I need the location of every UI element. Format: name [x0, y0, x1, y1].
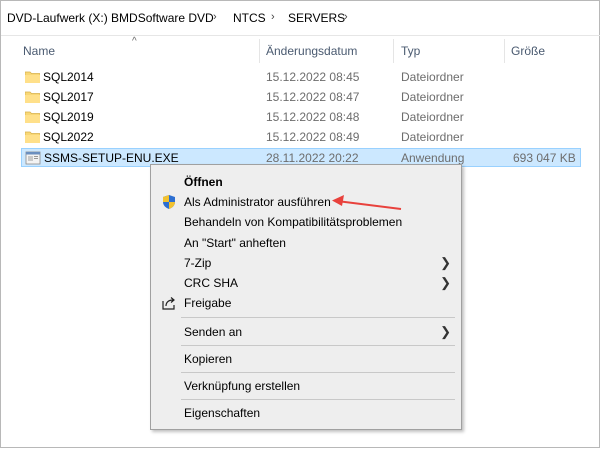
column-header-size[interactable]: Größe [511, 44, 545, 58]
file-name: SQL2019 [43, 110, 94, 124]
submenu-chevron-icon: ❯ [440, 275, 451, 290]
sort-ascending-icon: ^ [132, 36, 137, 47]
menu-separator [181, 372, 455, 373]
file-size: 693 047 KB [513, 151, 576, 165]
file-row[interactable]: SQL2017 15.12.2022 08:47 Dateiordner [21, 88, 581, 107]
column-header-type[interactable]: Typ [401, 44, 420, 58]
file-date: 28.11.2022 20:22 [266, 151, 359, 165]
installer-icon [25, 151, 41, 165]
column-header-date[interactable]: Änderungsdatum [266, 44, 357, 58]
menu-separator [181, 345, 455, 346]
explorer-window: DVD-Laufwerk (X:) BMDSoftware DVD › NTCS… [0, 0, 600, 448]
file-name: SQL2014 [43, 70, 94, 84]
breadcrumb-chevron-icon: › [213, 11, 217, 23]
file-name: SSMS-SETUP-ENU.EXE [44, 151, 179, 165]
folder-icon [25, 131, 40, 143]
file-name: SQL2022 [43, 130, 94, 144]
menu-item-compatibility[interactable]: Behandeln von Kompatibilitätsproblemen [151, 212, 461, 232]
menu-item-open[interactable]: Öffnen [151, 172, 461, 192]
file-date: 15.12.2022 08:49 [266, 130, 360, 144]
menu-item-properties[interactable]: Eigenschaften [151, 403, 461, 423]
menu-item-crc-sha[interactable]: CRC SHA ❯ [151, 273, 461, 293]
menu-item-label: Als Administrator ausführen [184, 195, 331, 209]
menu-item-label: Senden an [184, 325, 243, 339]
file-date: 15.12.2022 08:48 [266, 110, 360, 124]
breadcrumb-ntcs[interactable]: NTCS [233, 11, 266, 25]
context-menu: Öffnen Als Administrator ausführen Behan… [150, 164, 462, 430]
menu-item-label: An "Start" anheften [184, 236, 286, 250]
menu-item-pin-start[interactable]: An "Start" anheften [151, 233, 461, 253]
menu-item-label: Öffnen [184, 175, 223, 189]
menu-item-label: Freigabe [184, 296, 232, 310]
file-date: 15.12.2022 08:45 [266, 70, 360, 84]
menu-item-label: Behandeln von Kompatibilitätsproblemen [184, 215, 403, 229]
file-type: Anwendung [401, 151, 465, 165]
breadcrumb-chevron-icon: › [344, 11, 348, 23]
column-divider[interactable] [393, 39, 394, 63]
menu-separator [181, 317, 455, 318]
menu-item-label: Eigenschaften [184, 406, 261, 420]
submenu-chevron-icon: ❯ [440, 324, 451, 339]
menu-item-copy[interactable]: Kopieren [151, 349, 461, 369]
file-name: SQL2017 [43, 90, 94, 104]
menu-item-run-as-admin[interactable]: Als Administrator ausführen [151, 192, 461, 212]
folder-icon [25, 91, 40, 103]
column-divider[interactable] [259, 39, 260, 63]
menu-separator [181, 399, 455, 400]
folder-icon [25, 111, 40, 123]
breadcrumb: DVD-Laufwerk (X:) BMDSoftware DVD › NTCS… [1, 1, 600, 36]
menu-item-label: Kopieren [184, 352, 233, 366]
menu-item-share[interactable]: Freigabe [151, 293, 461, 313]
breadcrumb-chevron-icon: › [271, 11, 275, 23]
file-row[interactable]: SQL2022 15.12.2022 08:49 Dateiordner [21, 128, 581, 147]
file-type: Dateiordner [401, 110, 464, 124]
file-date: 15.12.2022 08:47 [266, 90, 360, 104]
file-type: Dateiordner [401, 90, 464, 104]
folder-icon [25, 71, 40, 83]
file-type: Dateiordner [401, 70, 464, 84]
file-row[interactable]: SQL2014 15.12.2022 08:45 Dateiordner [21, 68, 581, 87]
column-divider[interactable] [504, 39, 505, 63]
menu-item-create-shortcut[interactable]: Verknüpfung erstellen [151, 376, 461, 396]
file-type: Dateiordner [401, 130, 464, 144]
menu-item-label: 7-Zip [184, 256, 212, 270]
file-row[interactable]: SQL2019 15.12.2022 08:48 Dateiordner [21, 108, 581, 127]
menu-item-7zip[interactable]: 7-Zip ❯ [151, 253, 461, 273]
breadcrumb-drive[interactable]: DVD-Laufwerk (X:) BMDSoftware DVD [7, 11, 214, 25]
uac-shield-icon [163, 195, 175, 209]
breadcrumb-servers[interactable]: SERVERS [288, 11, 345, 25]
share-icon [162, 297, 175, 310]
column-header-name[interactable]: Name [23, 44, 55, 58]
menu-item-send-to[interactable]: Senden an ❯ [151, 322, 461, 342]
menu-item-label: CRC SHA [184, 276, 239, 290]
submenu-chevron-icon: ❯ [440, 255, 451, 270]
menu-item-label: Verknüpfung erstellen [184, 379, 301, 393]
